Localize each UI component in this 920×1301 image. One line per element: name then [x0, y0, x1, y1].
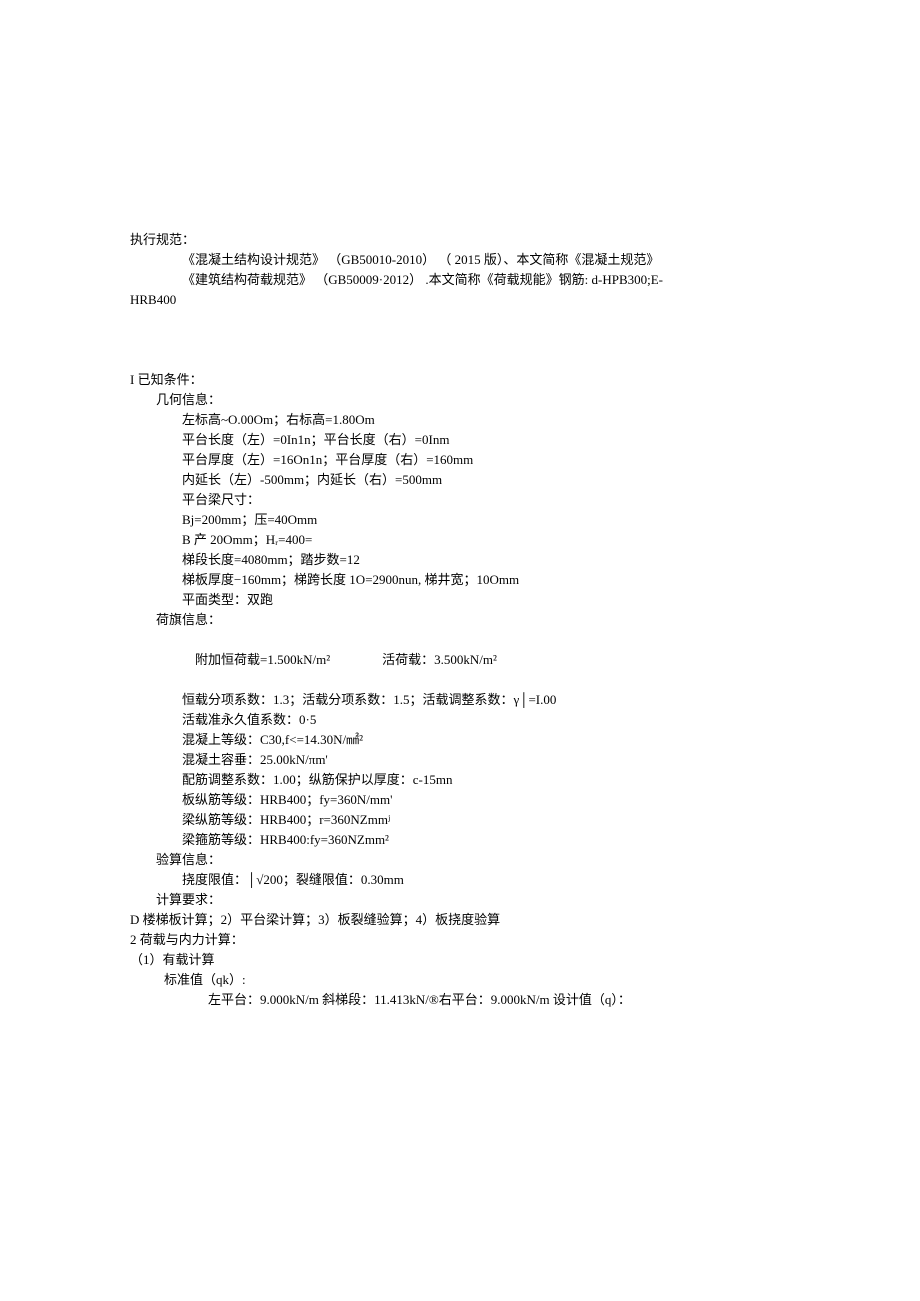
blank-spacer: [130, 340, 790, 370]
check-line: 挠度限值：│√200；裂缝限值：0.30mm: [130, 870, 790, 890]
load-line-1b: 活荷载：3.500kN/m²: [382, 652, 497, 667]
load-line: 板纵筋等级：HRB400；fy=360N/mm': [130, 790, 790, 810]
load-line: 混凝土容垂：25.00kN/πm': [130, 750, 790, 770]
geom-title: 几何信息：: [130, 390, 790, 410]
document-page: 执行规范： 《混凝土结构设计规范》 （GB50010-2010） （ 2015 …: [0, 0, 920, 1301]
section1-title: I 已知条件：: [130, 370, 790, 390]
geom-line: B 产 20Omm；Hᵣ=400=: [130, 530, 790, 550]
geom-line: 左标高~O.00Om；右标高=1.80Om: [130, 410, 790, 430]
geom-line: 梯段长度=4080mm；踏步数=12: [130, 550, 790, 570]
load-line: 活载准永久值系数：0·5: [130, 710, 790, 730]
load-line: 配筋调整系数：1.00；纵筋保护以厚度：c-15mn: [130, 770, 790, 790]
geom-line: 平台梁尺寸：: [130, 490, 790, 510]
load-title: 荷旗信息：: [130, 610, 790, 630]
calc-req-line: D 楼梯板计算；2）平台梁计算；3）板裂缝验算；4）板挠度验算: [130, 910, 790, 930]
geom-line: 平台厚度（左）=16On1n；平台厚度（右）=160mm: [130, 450, 790, 470]
load-line-1: 附加恒荷载=1.500kN/m² 活荷载：3.500kN/m²: [130, 630, 790, 690]
section2-title: 2 荷载与内力计算：: [130, 930, 790, 950]
geom-line: Bj=200mm；压=40Omm: [130, 510, 790, 530]
geom-line: 平面类型：双跑: [130, 590, 790, 610]
header-line-1: 执行规范：: [130, 230, 790, 250]
check-title: 验算信息：: [130, 850, 790, 870]
header-line-4: HRB400: [130, 290, 790, 310]
geom-line: 梯板厚度−160mm；梯跨长度 1O=2900nun, 梯井宽；10Omm: [130, 570, 790, 590]
geom-line: 内延长（左）-500mm；内延长（右）=500mm: [130, 470, 790, 490]
load-line: 恒载分项系数：1.3；活载分项系数：1.5；活载调整系数：γ│=I.00: [130, 690, 790, 710]
load-line: 梁纵筋等级：HRB400；r=360NZmmʲ: [130, 810, 790, 830]
load-line: 梁箍筋等级：HRB400:fy=360NZmm²: [130, 830, 790, 850]
geom-line: 平台长度（左）=0In1n；平台长度（右）=0Inm: [130, 430, 790, 450]
section2-sub1: （1）有载计算: [130, 950, 790, 970]
calc-req-title: 计算要求：: [130, 890, 790, 910]
load-line: 混凝上等级：C30,f<=14.30N/㎟²: [130, 730, 790, 750]
load-line-1a: 附加恒荷载=1.500kN/m²: [195, 652, 330, 667]
header-line-2: 《混凝土结构设计规范》 （GB50010-2010） （ 2015 版）、本文简…: [130, 250, 790, 270]
header-line-3: 《建筑结构荷载规范》 （GB50009·2012） .本文简称《荷载规能》钢筋:…: [130, 270, 790, 290]
load-gap: [330, 652, 382, 667]
section2-s1: 标准值（qk）:: [130, 970, 790, 990]
section2-s2: 左平台：9.000kN/m 斜梯段：11.413kN/®右平台：9.000kN/…: [130, 990, 790, 1010]
blank-spacer: [130, 310, 790, 340]
